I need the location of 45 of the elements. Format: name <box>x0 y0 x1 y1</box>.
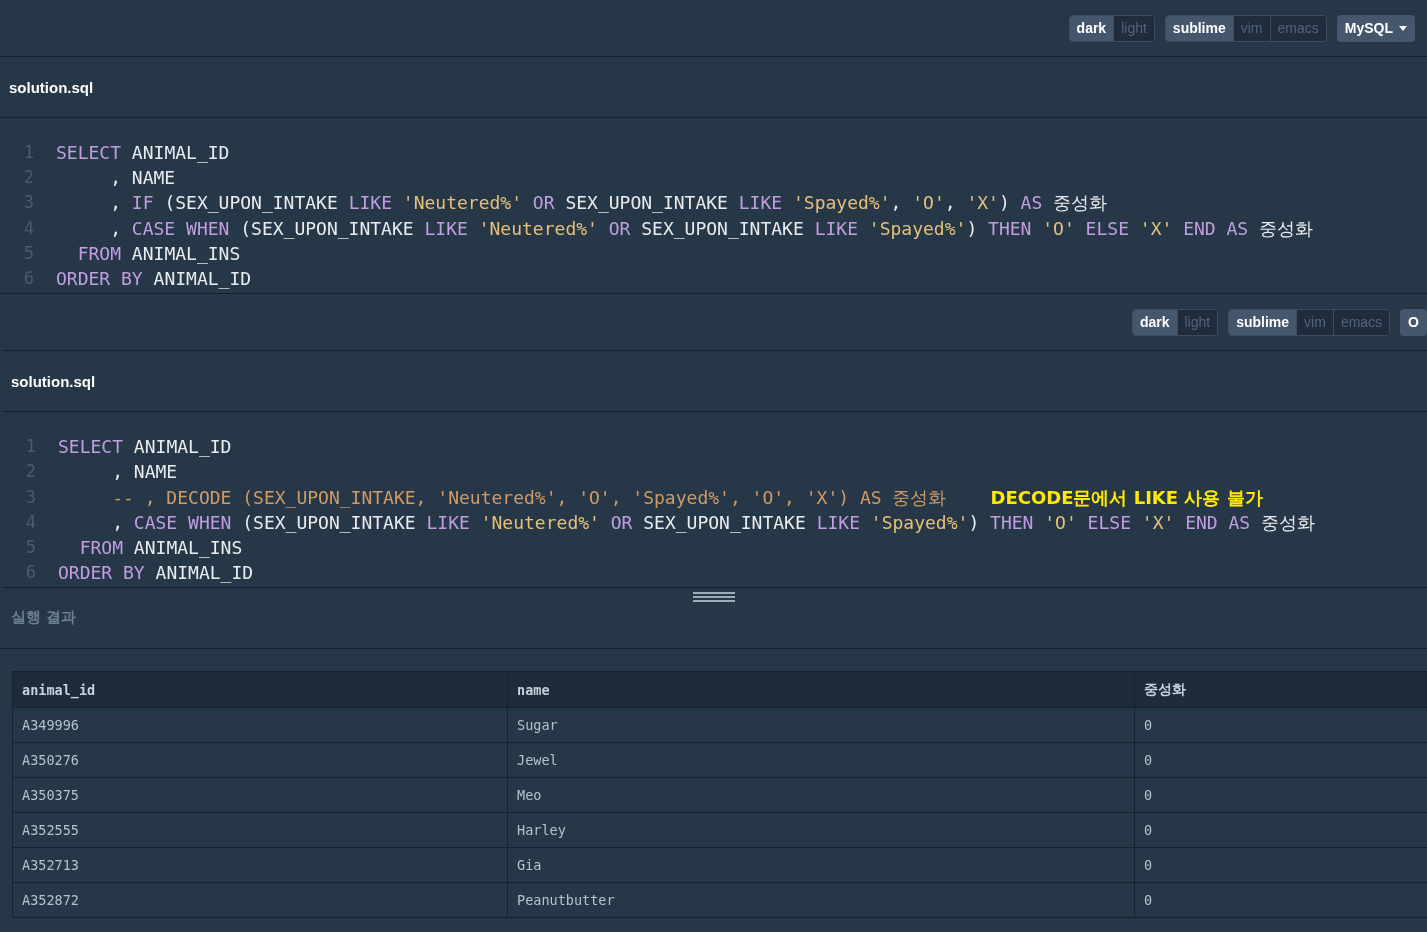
caret-icon <box>1399 25 1407 31</box>
table-cell: A350276 <box>12 742 508 778</box>
table-cell: Peanutbutter <box>507 882 1135 918</box>
code-line: -- , DECODE (SEX_UPON_INTAKE, 'Neutered%', 'O', 'Spayed%', 'O', 'X') AS 중성화 <box>111 485 947 510</box>
theme-toggle[interactable]: dark <box>1069 15 1114 41</box>
code-line: , CASE WHEN (SEX_UPON_INTAKE LIKE 'Neutered%' OR SEX_UPON_INTAKE LIKE 'Spayed%') THEN 'O' ELSE 'X' END AS 중성화 <box>109 216 1314 241</box>
table-cell: 0 <box>1134 847 1427 883</box>
file-name: solution.sql <box>11 372 96 390</box>
code-line: ORDER BY ANIMAL_ID <box>56 266 252 291</box>
column-header: name <box>507 671 1135 708</box>
table-cell: 0 <box>1134 882 1427 918</box>
table-cell: Gia <box>507 847 1135 883</box>
keymap-toggle[interactable]: sublime <box>1165 15 1233 41</box>
table-cell: Harley <box>507 812 1135 848</box>
code-line: , CASE WHEN (SEX_UPON_INTAKE LIKE 'Neutered%' OR SEX_UPON_INTAKE LIKE 'Spayed%') THEN 'O' ELSE 'X' END AS 중성화 <box>111 510 1316 535</box>
language-dropdown[interactable]: O <box>1400 308 1427 336</box>
code-line: , NAME <box>109 166 176 191</box>
keymap-toggle[interactable]: sublime <box>1229 309 1297 335</box>
code-line: , NAME <box>111 460 178 485</box>
table-cell: Meo <box>507 777 1135 813</box>
table-cell: 0 <box>1134 812 1427 848</box>
code-line: SELECT ANIMAL_ID <box>56 141 230 165</box>
resize-handle-icon[interactable] <box>692 592 735 603</box>
column-header: 중성화 <box>1134 671 1427 708</box>
annotation-text: DECODE문에서 LIKE 사용 불가 <box>990 485 1263 510</box>
table-cell: 0 <box>1134 777 1427 813</box>
table-cell: 0 <box>1134 707 1427 743</box>
theme-toggle[interactable]: dark <box>1132 309 1177 335</box>
table-cell: Jewel <box>507 742 1135 778</box>
table-cell: A352872 <box>12 882 508 918</box>
table-cell: A350375 <box>12 777 508 813</box>
table-cell: A352555 <box>12 812 508 848</box>
code-line: FROM ANIMAL_INS <box>78 535 243 560</box>
table-cell: A349996 <box>12 707 508 743</box>
result-title: 실행 결과 <box>11 608 77 628</box>
table-cell: Sugar <box>507 707 1135 743</box>
code-line: SELECT ANIMAL_ID <box>58 435 232 460</box>
table-cell: A352713 <box>12 847 508 883</box>
code-line: FROM ANIMAL_INS <box>76 241 241 266</box>
column-header: animal_id <box>12 671 508 708</box>
file-name: solution.sql <box>9 78 94 96</box>
table-cell: 0 <box>1134 742 1427 778</box>
code-line: ORDER BY ANIMAL_ID <box>58 561 254 586</box>
code-line: , IF (SEX_UPON_INTAKE LIKE 'Neutered%' OR SEX_UPON_INTAKE LIKE 'Spayed%', 'O', 'X') AS 중성화 <box>109 191 1108 216</box>
language-dropdown[interactable]: MySQL <box>1336 14 1415 42</box>
